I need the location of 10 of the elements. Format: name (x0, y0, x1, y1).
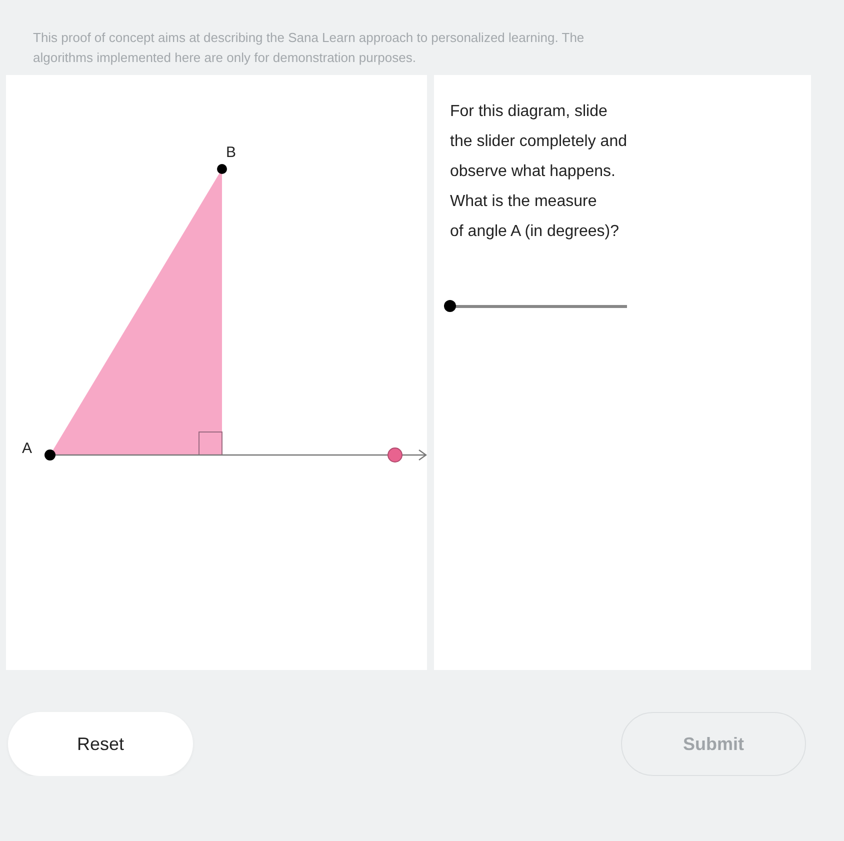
point-label: B (226, 144, 236, 161)
point-label: A (22, 440, 32, 457)
reset-button[interactable]: Reset (8, 712, 193, 776)
right-angle-mark (198, 432, 222, 456)
point-marker (44, 450, 56, 460)
question-text: For this diagram, slide the slider completely and observe what happens. What is the measure of angle A (in degrees)? (450, 102, 628, 242)
intro-paragraph: This proof of concept aims at describing the Sana Learn approach to personalized learning. The algorithms implemented here are only for demonstration purposes. (33, 29, 586, 67)
draggable-point[interactable] (388, 448, 402, 462)
slider-thumb[interactable] (444, 300, 456, 312)
point-marker (217, 164, 227, 174)
